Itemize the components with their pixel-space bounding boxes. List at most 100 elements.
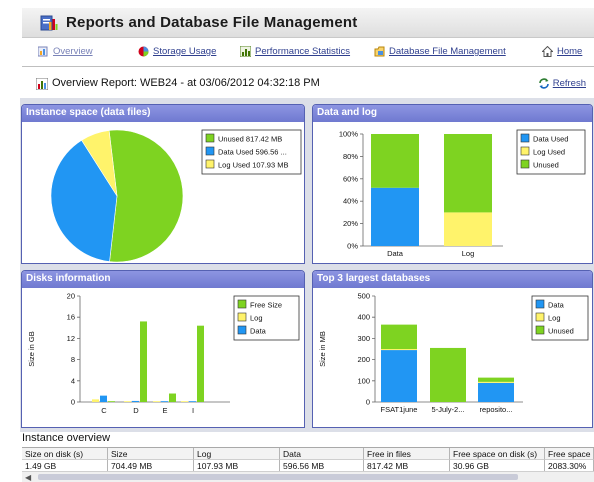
nav-database-file-management[interactable]: Database File Management: [374, 46, 506, 57]
legend-swatch: [205, 133, 215, 143]
report-header: Overview Report: WEB24 - at 03/06/2012 0…: [22, 70, 594, 96]
bar: [108, 401, 115, 402]
legend-swatch: [205, 146, 215, 156]
database-file-icon: [374, 46, 385, 57]
legend-swatch: [237, 325, 247, 335]
legend-swatch: [520, 159, 530, 169]
bar-segment: [444, 134, 492, 213]
data-and-log-title: Data and log: [313, 105, 592, 122]
column-header[interactable]: Free space: [545, 448, 594, 460]
x-tick-label: I: [192, 406, 194, 415]
nav-overview[interactable]: Overview: [38, 46, 93, 57]
report-icon: [36, 78, 48, 90]
legend-swatch: [535, 312, 545, 322]
column-header[interactable]: Free in files: [364, 448, 450, 460]
y-tick-label: 4: [71, 376, 75, 385]
scroll-left-icon[interactable]: ◀: [25, 473, 31, 482]
y-tick-label: 20%: [343, 219, 358, 228]
instance-space-panel: Instance space (data files) Unused 817.4…: [21, 104, 305, 264]
nav-performance-statistics[interactable]: Performance Statistics: [240, 46, 350, 57]
column-header[interactable]: Size on disk (s): [22, 448, 108, 460]
bar-segment: [478, 377, 514, 382]
x-tick-label: C: [101, 406, 107, 415]
nav-database-file-management-label: Database File Management: [389, 46, 506, 57]
scrollbar-thumb[interactable]: [38, 474, 518, 480]
overview-icon: [38, 46, 48, 57]
y-tick-label: 100: [357, 376, 370, 385]
y-tick-label: 20: [67, 292, 75, 301]
bar-segment: [381, 349, 417, 351]
home-icon: [542, 46, 553, 57]
legend-swatch: [535, 299, 545, 309]
legend-label: Data Used 596.56 ...: [218, 148, 287, 157]
top3-databases-chart: 0 100 200 300 400 500 Size in MB FSAT1june 5-Jul…: [318, 292, 589, 414]
bar: [124, 401, 131, 402]
column-header[interactable]: Free space on disk (s): [450, 448, 545, 460]
column-header[interactable]: Size: [108, 448, 194, 460]
y-tick-label: 200: [357, 355, 370, 364]
x-tick-label: E: [162, 406, 167, 415]
bar: [161, 401, 168, 402]
bar: [197, 325, 204, 402]
x-tick-label: D: [133, 406, 139, 415]
y-tick-label: 8: [71, 355, 75, 364]
nav-storage-usage[interactable]: Storage Usage: [138, 46, 216, 57]
x-tick-label: reposito...: [480, 405, 513, 414]
y-tick-label: 80%: [343, 152, 358, 161]
legend-label: Free Size: [250, 301, 282, 310]
nav-storage-usage-label: Storage Usage: [153, 46, 217, 57]
legend-label: Data: [548, 301, 565, 310]
instance-overview-grid: Size on disk (s) Size Log Data Free in f…: [22, 447, 594, 472]
app-title-bar: Reports and Database File Management: [22, 8, 594, 38]
y-tick-label: 16: [67, 313, 75, 322]
horizontal-scrollbar[interactable]: ◀: [22, 471, 594, 482]
report-title: Overview Report: WEB24 - at 03/06/2012 0…: [52, 77, 320, 89]
legend-label: Log Used: [533, 148, 565, 157]
column-header[interactable]: Log: [194, 448, 280, 460]
bar: [189, 401, 196, 402]
storage-icon: [138, 46, 149, 57]
dashboard-area: Instance space (data files) Unused 817.4…: [20, 98, 594, 432]
instance-space-chart: Unused 817.42 MB Data Used 596.56 ... Log …: [50, 129, 302, 263]
legend-label: Log Used 107.93 MB: [218, 161, 288, 170]
x-tick-label: FSAT1june: [381, 405, 418, 414]
x-tick-label: Log: [462, 249, 475, 258]
top3-databases-panel: Top 3 largest databases 0 100 200 300 400 500…: [312, 270, 593, 428]
bar-segment: [478, 381, 514, 383]
bar-segment: [381, 350, 417, 402]
data-and-log-chart: 0% 20% 40% 60% 80% 100% Data Log Data Used Log Us…: [339, 130, 586, 258]
performance-icon: [240, 46, 251, 57]
grid-header-row: Size on disk (s) Size Log Data Free in f…: [22, 448, 594, 460]
nav-home-label: Home: [557, 46, 583, 57]
column-header[interactable]: Data: [280, 448, 364, 460]
x-tick-label: Data: [387, 249, 404, 258]
disks-information-title: Disks information: [22, 271, 304, 288]
bar: [181, 401, 188, 402]
data-and-log-panel: Data and log 0% 20% 40% 60% 80% 100% Data Log Da…: [312, 104, 593, 264]
instance-overview-label: Instance overview: [22, 432, 111, 444]
reports-app-icon: [40, 15, 58, 31]
bar-segment: [371, 134, 419, 188]
y-tick-label: 0: [71, 398, 75, 407]
legend-label: Data: [250, 327, 267, 336]
y-axis-label: Size in MB: [318, 331, 327, 367]
legend-swatch: [520, 133, 530, 143]
bar-segment: [371, 187, 419, 246]
y-tick-label: 60%: [343, 174, 358, 183]
y-tick-label: 12: [67, 334, 75, 343]
disks-information-chart: 0 4 8 12 16 20 Size in GB C D E I Free Size Log Data: [27, 292, 300, 415]
legend-label: Unused 817.42 MB: [218, 135, 282, 144]
bar: [153, 401, 160, 402]
y-tick-label: 0: [366, 398, 370, 407]
legend-label: Log: [250, 314, 263, 323]
nav-overview-label: Overview: [53, 46, 93, 57]
main-nav: Overview Storage Usage Performance Stati…: [22, 42, 594, 64]
legend-swatch: [237, 299, 247, 309]
disks-information-panel: Disks information 0 4 8 12 16 20 Size in GB C D E…: [21, 270, 305, 428]
refresh-button[interactable]: Refresh: [538, 78, 586, 89]
legend-label: Unused: [533, 161, 559, 170]
legend-swatch: [520, 146, 530, 156]
y-tick-label: 300: [357, 334, 370, 343]
bar: [132, 400, 139, 402]
nav-home[interactable]: Home: [542, 46, 582, 57]
